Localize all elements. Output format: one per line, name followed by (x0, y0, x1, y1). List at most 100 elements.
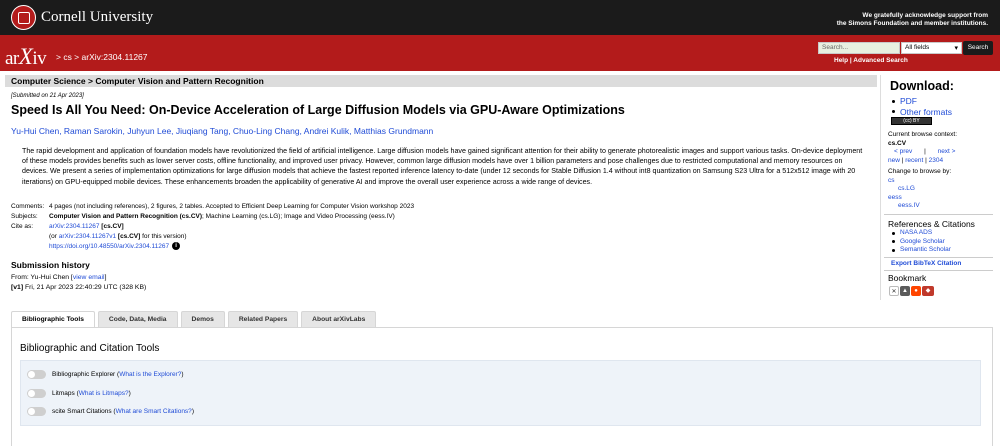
cite-alt-suffix: for this version) (140, 233, 187, 240)
month-link[interactable]: 2304 (929, 157, 943, 164)
prev-link[interactable]: < prev (894, 148, 912, 155)
search-button[interactable]: Search (963, 41, 993, 55)
panel-title: Bibliographic and Citation Tools (20, 343, 160, 354)
tab-code-data-media[interactable]: Code, Data, Media (97, 311, 178, 328)
bibsonomy-icon[interactable]: ✕ (889, 286, 899, 296)
next-link[interactable]: next > (938, 148, 956, 155)
version-label[interactable]: [v1] (11, 284, 23, 291)
tool-scite: scite Smart Citations (What are Smart Ci… (27, 407, 194, 416)
cc-license-badge[interactable]: (cc) BY (891, 117, 932, 125)
new-recent-row: new | recent | 2304 (888, 157, 993, 166)
what-is-litmaps-link[interactable]: What is Litmaps? (79, 390, 129, 397)
tab-demos[interactable]: Demos (180, 311, 225, 328)
download-item: Other formats (890, 107, 952, 118)
other-subjects: ; Machine Learning (cs.LG); Image and Vi… (202, 213, 395, 220)
export-bibtex-link[interactable]: Export BibTeX Citation (891, 260, 961, 267)
version-line: [v1] Fri, 21 Apr 2023 22:40:29 UTC (328 … (11, 283, 146, 293)
primary-subject: Computer Vision and Pattern Recognition … (49, 213, 203, 220)
subjects-row: Subjects: Computer Vision and Pattern Re… (11, 212, 414, 222)
sidebar-divider (884, 270, 993, 271)
doi-row: https://doi.org/10.48550/arXiv.2304.1126… (11, 242, 414, 252)
prev-next-row: < prev | next > (888, 148, 993, 157)
cite-version-link[interactable]: arXiv:2304.11267v1 (59, 233, 116, 240)
search-input[interactable]: Search... (818, 42, 900, 54)
acknowledgement: We gratefully acknowledge support from t… (837, 12, 988, 28)
reference-item: NASA ADS (890, 229, 951, 238)
tool-bibliographic-explorer: Bibliographic Explorer (What is the Expl… (27, 370, 184, 379)
acknowledgement-line-1: We gratefully acknowledge support from (862, 12, 988, 19)
browse-eess-iv-link[interactable]: eess.IV (898, 202, 993, 211)
litmaps-toggle[interactable] (27, 389, 46, 398)
change-browse-label: Change to browse by: (888, 168, 952, 175)
bullet-icon (892, 99, 895, 103)
paper-metadata: Comments: 4 pages (not including referen… (11, 202, 414, 252)
other-formats-link[interactable]: Other formats (900, 107, 952, 118)
reddit-icon[interactable]: ● (911, 286, 921, 296)
acknowledgement-line-2[interactable]: the Simons Foundation and member institu… (837, 20, 988, 28)
mendeley-icon[interactable]: ▲ (900, 286, 910, 296)
sidebar-divider (884, 214, 993, 215)
science-wise-icon[interactable]: ◆ (922, 286, 934, 296)
view-email-link[interactable]: view email (73, 274, 105, 281)
authors-links[interactable]: Yu-Hui Chen, Raman Sarokin, Juhyun Lee, … (11, 126, 433, 136)
info-icon[interactable]: i (172, 242, 181, 251)
download-title: Download: (890, 79, 954, 93)
references-title: References & Citations (888, 219, 975, 229)
comments-value: 4 pages (not including references), 2 fi… (49, 203, 415, 210)
pdf-link[interactable]: PDF (900, 96, 917, 107)
new-link[interactable]: new (888, 157, 900, 164)
what-is-explorer-link[interactable]: What is the Explorer? (119, 371, 181, 378)
reference-item: Google Scholar (890, 238, 951, 247)
browse-cs-lg-link[interactable]: cs.LG (898, 185, 993, 194)
abstract: The rapid development and application of… (22, 147, 863, 186)
sidebar-divider (884, 257, 993, 258)
reference-item: Semantic Scholar (890, 246, 951, 255)
paper-title: Speed Is All You Need: On-Device Acceler… (11, 103, 625, 117)
references-list: NASA ADS Google Scholar Semantic Scholar (890, 229, 951, 255)
recent-link[interactable]: recent (905, 157, 923, 164)
cite-id-link[interactable]: arXiv:2304.11267 (49, 223, 99, 230)
bibliographic-explorer-toggle[interactable] (27, 370, 46, 379)
tool-label: Litmaps ( (52, 390, 79, 397)
submission-history-title: Submission history (11, 260, 90, 270)
arxiv-logo-x: X (18, 44, 33, 69)
breadcrumb[interactable]: > cs > arXiv:2304.11267 (56, 52, 148, 62)
cornell-header: Cornell University We gratefully acknowl… (0, 0, 1000, 35)
google-scholar-link[interactable]: Google Scholar (900, 238, 945, 247)
cite-row: Cite as: arXiv:2304.11267 [cs.CV] (11, 222, 414, 232)
doi-value: https://doi.org/10.48550/arXiv.2304.1126… (49, 242, 181, 252)
browse-eess-link[interactable]: eess (888, 194, 993, 203)
cornell-seal-icon[interactable] (11, 5, 36, 30)
tab-bibliographic-tools[interactable]: Bibliographic Tools (11, 311, 95, 328)
arxiv-logo[interactable]: arXiv (5, 44, 47, 70)
cite-spacer (11, 232, 49, 242)
subject-header: Computer Science > Computer Vision and P… (5, 75, 877, 87)
author-list[interactable]: Yu-Hui Chen, Raman Sarokin, Juhyun Lee, … (11, 126, 433, 136)
download-list: PDF Other formats (890, 96, 952, 117)
nasa-ads-link[interactable]: NASA ADS (900, 229, 932, 238)
labs-tabs: Bibliographic Tools Code, Data, Media De… (11, 311, 379, 328)
help-advanced-search-link[interactable]: Help | Advanced Search (834, 57, 908, 64)
submitter-suffix: ] (104, 274, 107, 281)
tool-label-end: ) (191, 408, 194, 415)
tool-label: Bibliographic Explorer ( (52, 371, 120, 378)
search-field-select[interactable]: All fields ▾ (901, 42, 962, 54)
browse-cs-link[interactable]: cs (888, 177, 993, 186)
bookmark-title: Bookmark (888, 273, 927, 283)
scite-toggle[interactable] (27, 407, 46, 416)
arxiv-logo-suffix: iv (32, 48, 47, 69)
tab-about-arxivlabs[interactable]: About arXivLabs (301, 311, 377, 328)
bullet-icon (892, 110, 895, 114)
cornell-logo-text[interactable]: Cornell University (41, 9, 153, 26)
semantic-scholar-link[interactable]: Semantic Scholar (900, 246, 951, 255)
tab-related-papers[interactable]: Related Papers (227, 311, 299, 328)
what-are-smart-citations-link[interactable]: What are Smart Citations? (116, 408, 192, 415)
tool-litmaps: Litmaps (What is Litmaps?) (27, 389, 131, 398)
submission-date: [Submitted on 21 Apr 2023] (11, 93, 84, 99)
subjects-label: Subjects: (11, 213, 38, 220)
comments-row: Comments: 4 pages (not including referen… (11, 202, 414, 212)
submitter-line: From: Yu-Hui Chen [view email] (11, 273, 146, 283)
bullet-icon (892, 231, 895, 235)
browse-context: Current browse context: cs.CV < prev | n… (888, 131, 993, 211)
doi-link[interactable]: https://doi.org/10.48550/arXiv.2304.1126… (49, 243, 169, 250)
